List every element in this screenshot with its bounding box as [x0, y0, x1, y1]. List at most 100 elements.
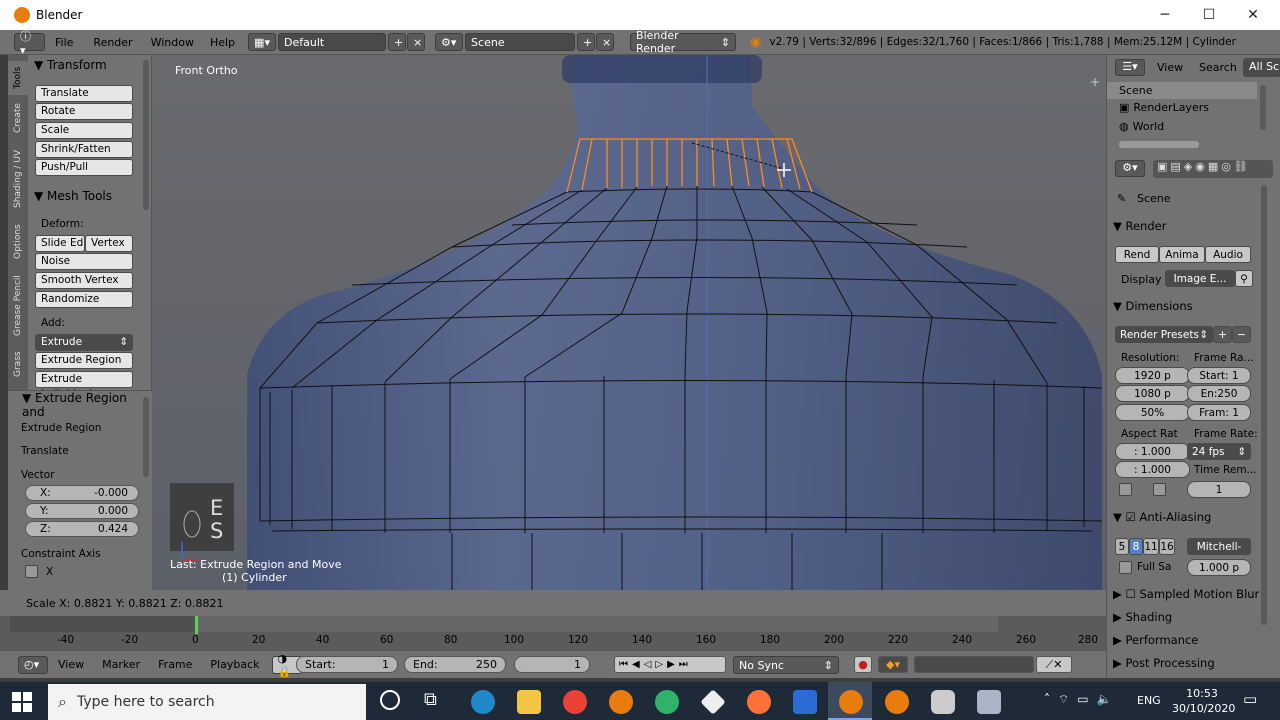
aa-size-field[interactable]: 1.000 p — [1187, 559, 1251, 576]
language-indicator[interactable]: ENG — [1137, 694, 1161, 707]
scene-selector[interactable]: Scene — [465, 33, 576, 51]
full-sample-checkbox[interactable] — [1119, 561, 1132, 574]
file-explorer-icon[interactable] — [517, 690, 541, 714]
windows-start-icon[interactable] — [12, 692, 32, 712]
shrink-fatten-button[interactable]: Shrink/Fatten — [35, 141, 133, 158]
smooth-vertex-button[interactable]: Smooth Vertex — [35, 272, 133, 289]
aa-samples-11[interactable]: 11 — [1143, 538, 1159, 555]
outliner-item-world[interactable]: ◍ World — [1119, 120, 1164, 133]
frame-start-field[interactable]: Start: 1 — [1187, 367, 1251, 384]
render-panel-header[interactable]: ▼ Render — [1113, 219, 1166, 233]
frame-end-field[interactable]: En:250 — [1187, 385, 1251, 402]
fps-select[interactable]: 24 fps ⇕ — [1187, 443, 1251, 460]
properties-scrollbar[interactable] — [1261, 185, 1267, 625]
keying-set-select[interactable] — [914, 656, 1034, 673]
add-preset-button[interactable]: + — [1213, 326, 1232, 343]
scale-button[interactable]: Scale — [35, 122, 133, 139]
constraint-x-checkbox[interactable] — [25, 565, 38, 578]
resolution-x-field[interactable]: 1920 p — [1115, 367, 1190, 384]
notification-icon[interactable]: ▭ — [1243, 690, 1257, 708]
aa-samples-5[interactable]: 5 — [1115, 538, 1129, 555]
timeline-menu-frame[interactable]: Frame — [158, 658, 192, 671]
plus-icon[interactable]: + — [1090, 75, 1100, 89]
task-view-icon[interactable]: ⧉ — [424, 689, 437, 710]
app-icon-green[interactable] — [655, 690, 679, 714]
extrude-menu[interactable]: Extrude ⇕ — [35, 334, 133, 351]
resolution-y-field[interactable]: 1080 p — [1115, 385, 1190, 402]
taskbar-search-box[interactable]: ⌕ Type here to search — [48, 684, 366, 720]
menu-window[interactable]: Window — [151, 36, 194, 49]
properties-type-button[interactable]: ⚙▾ — [1115, 160, 1145, 177]
post-processing-panel-header[interactable]: ▶ Post Processing — [1113, 656, 1215, 670]
operator-panel-header[interactable]: ▼ Extrude Region and — [22, 391, 152, 419]
playback-controls[interactable]: ⏮◀◁▷▶⏭ — [614, 656, 726, 673]
firefox-icon[interactable] — [747, 690, 771, 714]
tab-shading-uv[interactable]: Shading / UV — [8, 143, 28, 215]
keyframe-insert-delete-icons[interactable]: ⟋✕ — [1036, 656, 1072, 673]
add-layout-button[interactable]: + — [388, 33, 407, 51]
start-frame-field[interactable]: Start: 1 — [296, 656, 398, 673]
outliner-search-menu[interactable]: Search — [1199, 61, 1237, 74]
outliner-type-button[interactable]: ☰▾ — [1115, 59, 1145, 76]
outliner-item-scene[interactable]: Scene — [1107, 82, 1257, 99]
sync-select[interactable]: No Sync ⇕ — [733, 656, 839, 674]
anti-aliasing-panel-header[interactable]: ▼ ☑ Anti-Aliasing — [1113, 510, 1211, 524]
app-icon-gray[interactable] — [931, 690, 955, 714]
system-tray-icons[interactable]: ˄⌔▭🔈 — [1044, 692, 1120, 707]
tab-grease-pencil[interactable]: Grease Pencil — [8, 269, 28, 343]
outliner-vscrollbar[interactable] — [1260, 85, 1266, 130]
vertex-slide-button[interactable]: Vertex — [85, 235, 133, 252]
operator-scrollbar[interactable] — [143, 397, 149, 477]
outliner-hscrollbar[interactable] — [1119, 141, 1199, 148]
push-pull-button[interactable]: Push/Pull — [35, 159, 133, 176]
render-button[interactable]: Rend — [1115, 246, 1159, 263]
layout-icon-button[interactable]: ▦▾ — [248, 33, 277, 51]
tab-tools[interactable]: Tools — [8, 61, 28, 95]
aa-samples-16[interactable]: 16 — [1159, 538, 1175, 555]
scene-icon-button[interactable]: ⚙▾ — [435, 33, 464, 51]
outliner-item-renderlayers[interactable]: ▣ RenderLayers — [1119, 101, 1209, 114]
timeline-menu-marker[interactable]: Marker — [102, 658, 140, 671]
crop-checkbox[interactable] — [1153, 483, 1166, 496]
chrome-icon[interactable] — [563, 690, 587, 714]
remove-layout-button[interactable]: × — [407, 33, 426, 51]
pin-icon[interactable]: ✎ — [1117, 192, 1126, 205]
translate-button[interactable]: Translate — [35, 85, 133, 102]
dimensions-panel-header[interactable]: ▼ Dimensions — [1113, 299, 1193, 313]
slide-edge-button[interactable]: Slide Ed — [35, 235, 85, 252]
audio-button[interactable]: Audio — [1205, 246, 1251, 263]
blender-active-icon[interactable] — [839, 690, 863, 714]
tab-options[interactable]: Options — [8, 219, 28, 265]
vector-x-field[interactable]: X: -0.000 — [25, 485, 139, 501]
add-scene-button[interactable]: + — [577, 33, 596, 51]
transform-panel-header[interactable]: ▼ Transform — [34, 58, 107, 72]
vector-z-field[interactable]: Z: 0.424 — [25, 521, 139, 537]
properties-context-tabs[interactable]: ▣▤◈◉▦◎⛓ — [1153, 160, 1273, 178]
menu-help[interactable]: Help — [210, 36, 235, 49]
maximize-button[interactable]: ☐ — [1186, 0, 1232, 30]
mesh-tools-panel-header[interactable]: ▼ Mesh Tools — [34, 189, 112, 203]
shading-panel-header[interactable]: ▶ Shading — [1113, 610, 1172, 624]
record-icon[interactable]: ● — [854, 656, 872, 673]
app-icon-tools[interactable] — [977, 690, 1001, 714]
animation-button[interactable]: Anima — [1159, 246, 1205, 263]
word-icon[interactable] — [793, 690, 817, 714]
vector-y-field[interactable]: Y: 0.000 — [25, 503, 139, 519]
editor-type-button[interactable]: ⓘ ▾ — [14, 30, 45, 57]
current-frame-marker[interactable] — [195, 616, 198, 634]
border-checkbox[interactable] — [1119, 483, 1132, 496]
tab-grass[interactable]: Grass — [8, 347, 28, 381]
time-remap-field[interactable]: 1 — [1187, 481, 1251, 498]
timeline-type-button[interactable]: ◴▾ — [18, 655, 48, 674]
extrude-region-button[interactable]: Extrude Region — [35, 352, 133, 369]
display-lock-icon[interactable]: ⚲ — [1235, 270, 1253, 287]
cortana-icon[interactable] — [380, 690, 400, 710]
clock[interactable]: 10:53 30/10/2020 — [1172, 686, 1235, 716]
toolshelf-scrollbar[interactable] — [143, 60, 149, 210]
motion-blur-panel-header[interactable]: ▶ ☐ Sampled Motion Blur — [1113, 587, 1259, 601]
rotate-button[interactable]: Rotate — [35, 103, 133, 120]
remove-preset-button[interactable]: − — [1232, 326, 1251, 343]
layout-selector[interactable]: Default — [278, 33, 387, 51]
current-frame-field[interactable]: 1 — [514, 656, 590, 673]
aa-filter-select[interactable]: Mitchell- — [1187, 538, 1251, 555]
